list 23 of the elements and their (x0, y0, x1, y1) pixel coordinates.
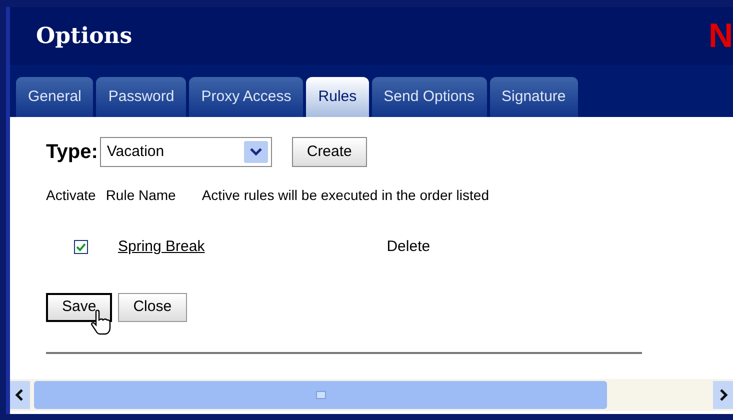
tab[interactable]: Send Options (372, 77, 487, 117)
horizontal-scrollbar[interactable] (10, 379, 733, 411)
delete-link[interactable]: Delete (386, 236, 430, 258)
scrollbar-thumb[interactable] (34, 381, 607, 409)
rule-name-link[interactable]: Spring Break (118, 236, 205, 258)
grip-icon (316, 391, 326, 399)
column-header: Rule Name (106, 186, 176, 205)
type-select[interactable]: Vacation (100, 137, 272, 167)
column-header: Active rules will be executed in the order listed (202, 186, 489, 205)
type-label: Type: (46, 140, 98, 165)
close-button[interactable]: Close (118, 292, 187, 322)
tab[interactable]: Proxy Access (189, 77, 304, 117)
tab[interactable]: General (16, 77, 94, 117)
scroll-left-icon[interactable] (10, 381, 30, 409)
column-header: Activate (46, 186, 96, 205)
create-button[interactable]: Create (292, 137, 367, 167)
tab[interactable]: Signature (490, 77, 578, 117)
window-title: Options (36, 22, 132, 50)
activate-checkbox[interactable] (74, 240, 88, 254)
tab[interactable]: Rules (306, 77, 369, 117)
tab[interactable]: Password (96, 77, 186, 117)
logo: N (708, 19, 733, 53)
scroll-right-icon[interactable] (713, 381, 733, 409)
